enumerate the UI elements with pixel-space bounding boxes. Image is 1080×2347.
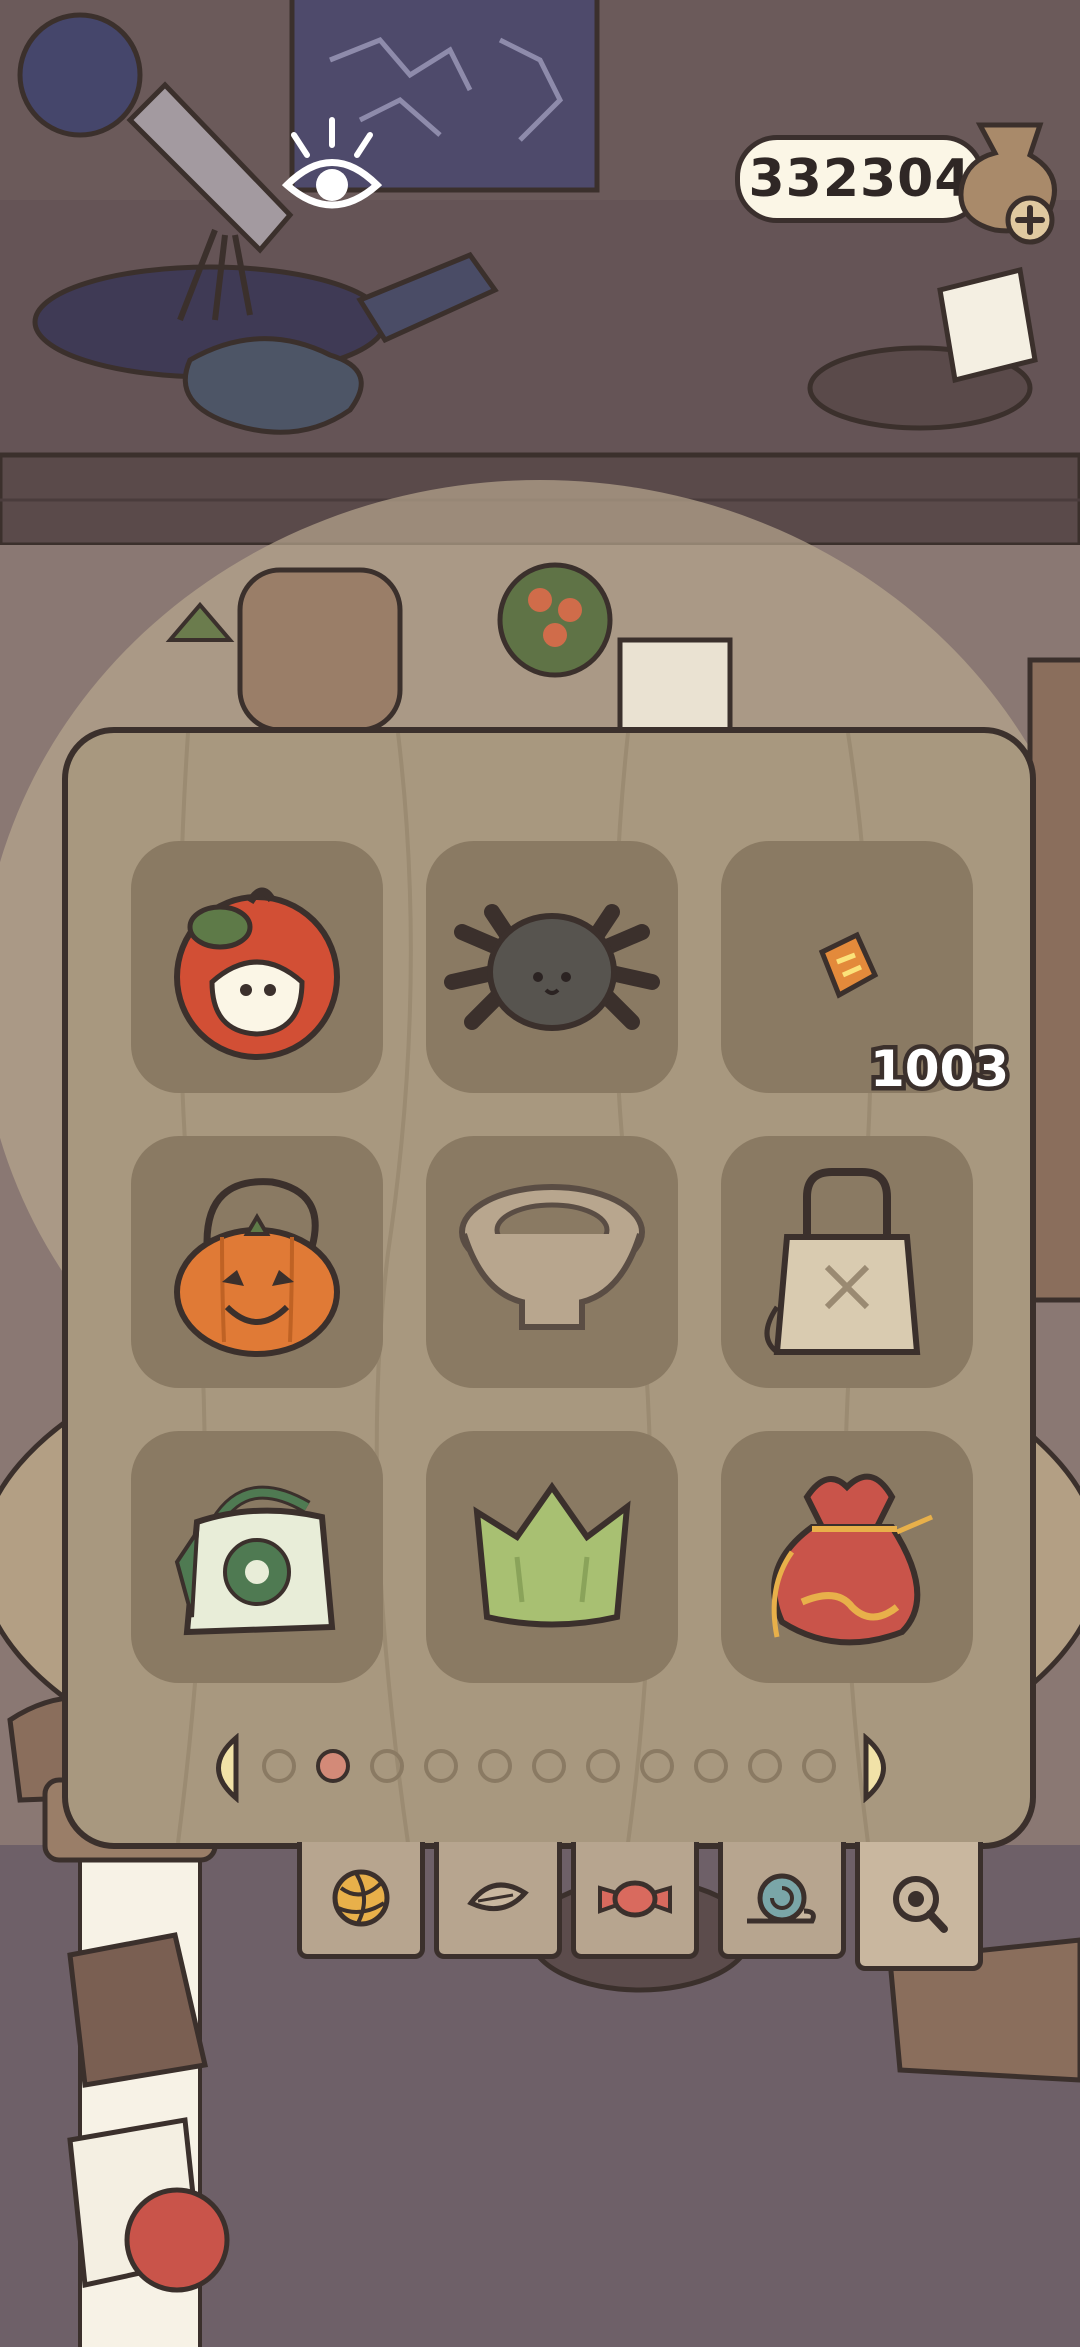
page-dot[interactable] xyxy=(586,1749,620,1783)
ticket-icon xyxy=(818,931,879,999)
inventory-slot-1[interactable] xyxy=(131,841,383,1093)
page-dot[interactable] xyxy=(640,1749,674,1783)
inventory-slot-8[interactable] xyxy=(426,1431,678,1683)
tab-search[interactable] xyxy=(855,1842,983,1971)
page-dot[interactable] xyxy=(262,1749,296,1783)
inventory-slot-7[interactable] xyxy=(131,1431,383,1683)
tab-yarn[interactable] xyxy=(297,1842,425,1959)
page-dot[interactable] xyxy=(532,1749,566,1783)
item-count-badge: 1003 xyxy=(865,1036,1013,1103)
apple-icon xyxy=(174,887,340,1060)
tab-snail[interactable] xyxy=(718,1842,846,1959)
eye-icon[interactable] xyxy=(272,100,392,220)
search-icon xyxy=(893,1876,948,1933)
yarn-icon xyxy=(332,1869,390,1927)
page-dot[interactable] xyxy=(370,1749,404,1783)
spider-icon xyxy=(444,904,660,1031)
snail-icon xyxy=(747,1873,816,1924)
game-scene: 332304 1003 xyxy=(0,0,1080,2347)
page-dot[interactable] xyxy=(748,1749,782,1783)
inventory-slot-5[interactable] xyxy=(426,1136,678,1388)
candy-icon xyxy=(598,1880,672,1918)
page-dot[interactable] xyxy=(478,1749,512,1783)
leaf-icon xyxy=(467,1882,529,1912)
pumpkin-basket-icon xyxy=(174,1178,340,1357)
prev-page-button[interactable] xyxy=(196,1733,242,1803)
next-page-button[interactable] xyxy=(860,1733,906,1803)
inventory-slot-4[interactable] xyxy=(131,1136,383,1388)
pouch-icon xyxy=(771,1473,933,1646)
tab-candy[interactable] xyxy=(571,1842,699,1959)
bowl-icon xyxy=(459,1184,645,1330)
page-dot[interactable] xyxy=(694,1749,728,1783)
coin-count: 332304 xyxy=(748,149,972,209)
inventory-slot-2[interactable] xyxy=(426,841,678,1093)
page-dot[interactable] xyxy=(802,1749,836,1783)
coin-counter: 332304 xyxy=(735,135,985,223)
inventory-slot-9[interactable] xyxy=(721,1431,973,1683)
crown-icon xyxy=(473,1481,631,1628)
inventory-slot-6[interactable] xyxy=(721,1136,973,1388)
flower-bag-icon xyxy=(174,1485,336,1636)
page-dot[interactable] xyxy=(424,1749,458,1783)
add-coins-button[interactable] xyxy=(1005,195,1055,245)
tab-leaf[interactable] xyxy=(434,1842,562,1959)
bag-icon xyxy=(764,1168,921,1355)
page-dot[interactable] xyxy=(316,1749,350,1783)
inventory-panel xyxy=(62,727,1036,1849)
